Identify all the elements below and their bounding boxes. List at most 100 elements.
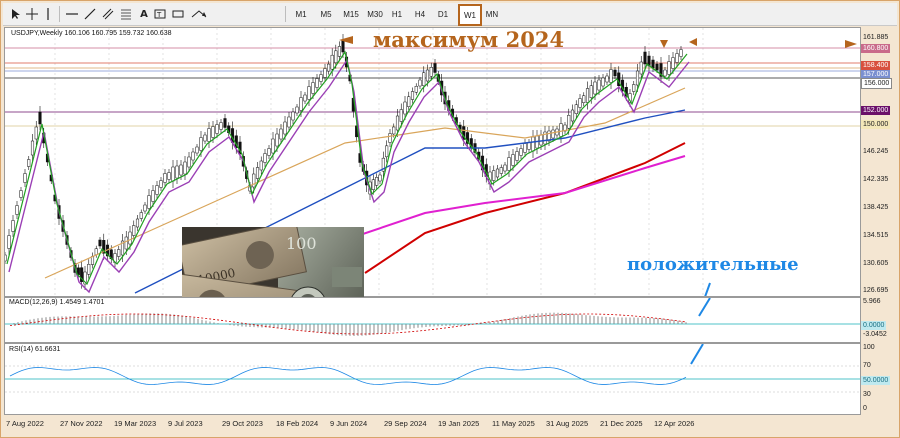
horizontal-line-icon[interactable] — [65, 5, 79, 23]
date-tick: 29 Oct 2023 — [222, 419, 263, 428]
candle-body — [171, 166, 175, 182]
timeframe-m30[interactable]: M30 — [365, 6, 385, 22]
svg-text:100: 100 — [286, 234, 317, 253]
level-label-150000: 150.000 — [861, 120, 891, 129]
candle-body — [337, 46, 341, 57]
candle-body — [593, 81, 597, 95]
cursor-icon[interactable] — [9, 5, 23, 23]
candle-body — [570, 109, 575, 122]
rsi-tick: 70 — [863, 362, 871, 369]
candle-body — [211, 126, 215, 138]
rsi-tick: 30 — [863, 391, 871, 398]
annotation-max-2024: максимум 2024 — [373, 27, 565, 52]
date-tick: 12 Apr 2026 — [654, 419, 695, 428]
date-tick: 31 Aug 2025 — [546, 419, 589, 428]
price-tick: 130.605 — [863, 260, 889, 267]
date-tick: 9 Jul 2023 — [168, 419, 203, 428]
rsi-tick: 0 — [863, 405, 867, 412]
candle-body — [275, 133, 279, 147]
candle-body — [519, 148, 523, 156]
candle-body — [567, 115, 571, 129]
candle-body — [203, 134, 207, 142]
text-icon[interactable]: A — [137, 5, 151, 23]
timeframe-h1[interactable]: H1 — [389, 6, 405, 22]
date-tick: 7 Aug 2022 — [6, 419, 44, 428]
candle-body — [5, 254, 7, 262]
timeframe-m5[interactable]: M5 — [317, 6, 335, 22]
timeframe-mn[interactable]: MN — [483, 6, 501, 22]
level-label-152000: 152.000 — [861, 106, 891, 115]
trendline-icon[interactable] — [83, 5, 97, 23]
candle-body — [667, 61, 671, 75]
crosshair-icon[interactable] — [25, 5, 39, 23]
candle-body — [341, 39, 345, 53]
arrow-icon[interactable] — [189, 5, 209, 23]
candle-body — [132, 225, 136, 236]
candle-body — [283, 121, 287, 135]
candle-body — [27, 159, 31, 167]
candle-body — [414, 86, 418, 93]
candle-body — [215, 124, 219, 134]
candle-body — [378, 174, 382, 182]
candle-body — [613, 69, 617, 77]
candle-body — [663, 69, 667, 77]
rsi-canvas — [5, 344, 860, 393]
candle-body — [385, 145, 389, 158]
candle-body — [219, 122, 223, 130]
candle-body — [503, 164, 507, 172]
candle-body — [395, 115, 400, 131]
candle-body — [410, 91, 415, 100]
candle-body — [167, 172, 171, 180]
candle-body — [375, 177, 379, 186]
channel-icon[interactable] — [101, 5, 115, 23]
fibonacci-icon[interactable] — [119, 5, 133, 23]
date-tick: 19 Jan 2025 — [438, 419, 480, 428]
timeframe-w1[interactable]: W1 — [458, 4, 482, 26]
candle-body — [291, 111, 295, 121]
rsi-line — [9, 367, 687, 385]
candle-body — [299, 97, 303, 111]
rsi-panel[interactable] — [4, 343, 861, 415]
rsi-title: RSI(14) 61.6631 — [9, 346, 61, 353]
down-arrow-icon — [660, 40, 668, 48]
macd-panel[interactable] — [4, 297, 861, 343]
candle-body — [287, 116, 291, 128]
rectangle-icon[interactable] — [171, 5, 185, 23]
timeframe-h4[interactable]: H4 — [411, 6, 429, 22]
candle-body — [159, 180, 163, 188]
candle-body — [585, 88, 590, 103]
candle-body — [259, 160, 263, 171]
candle-body — [643, 51, 647, 65]
symbol-header: USDJPY,Weekly 160.106 160.795 159.732 16… — [11, 30, 172, 37]
down-arrow-icon — [689, 38, 697, 46]
timeframe-m15[interactable]: M15 — [341, 6, 361, 22]
candle-body — [511, 154, 515, 166]
candle-body — [187, 156, 191, 168]
vertical-line-icon[interactable] — [41, 5, 55, 23]
candle-body — [7, 235, 11, 249]
candle-body — [303, 94, 307, 102]
candle-body — [609, 69, 613, 83]
candle-body — [551, 129, 555, 139]
candle-body — [191, 151, 195, 161]
candle-body — [117, 249, 121, 257]
candle-body — [527, 142, 531, 150]
candle-body — [143, 204, 147, 212]
candle-body — [639, 61, 643, 75]
candle-body — [30, 140, 35, 156]
candle-body — [589, 85, 593, 98]
date-tick: 27 Nov 2022 — [60, 419, 103, 428]
candle-body — [429, 67, 433, 77]
label-icon[interactable]: T — [153, 5, 167, 23]
candle-body — [597, 79, 601, 91]
timeframe-m1[interactable]: M1 — [293, 6, 309, 22]
timeframe-d1[interactable]: D1 — [435, 6, 451, 22]
candle-body — [499, 167, 503, 174]
candle-body — [207, 128, 211, 142]
candle-body — [433, 63, 437, 73]
terminal-window: A T M1 M5 M15 M30 H1 H4 D1 W1 MN USDJPY,… — [0, 0, 900, 438]
candle-body — [271, 138, 275, 154]
date-tick: 9 Jun 2024 — [330, 419, 368, 428]
candle-body — [38, 111, 42, 125]
candle-body — [163, 173, 167, 183]
